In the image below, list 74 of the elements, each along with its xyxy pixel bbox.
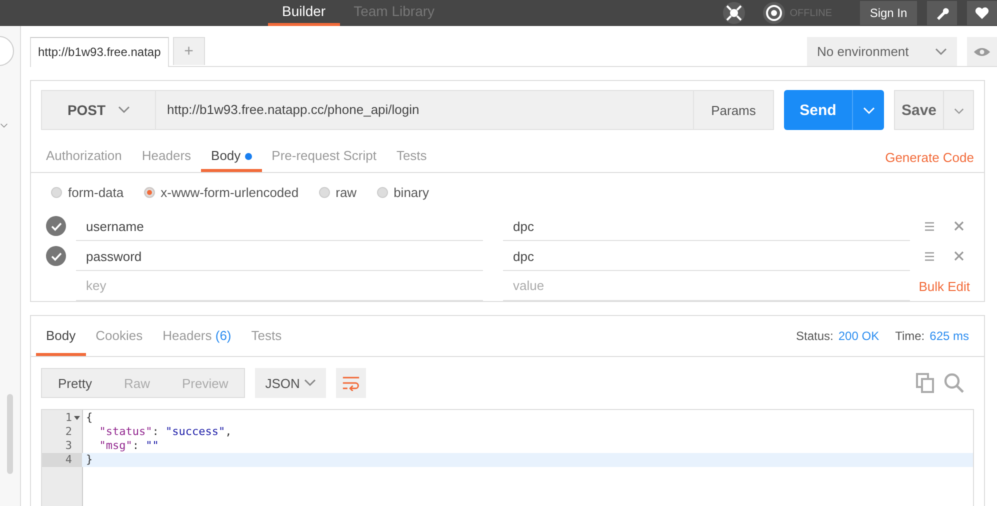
checkbox[interactable] [46,216,66,236]
heart-icon [974,5,990,21]
section-tab[interactable]: Tests [386,142,437,172]
section-tab[interactable]: Authorization [36,142,132,172]
sign-in-button[interactable]: Sign In [860,1,917,25]
search-icon[interactable] [944,373,964,393]
scrollbar[interactable] [7,394,13,474]
environment-dropdown[interactable]: No environment [807,37,957,66]
response-tab[interactable]: Headers (6) [152,316,242,356]
status-value: 200 OK [838,329,880,343]
line-number: 2 [65,425,72,439]
line-number: 4 [65,453,72,467]
caret-icon [954,108,964,114]
close-icon[interactable] [954,221,964,231]
radio-button[interactable] [144,186,155,198]
response-tab[interactable]: Body [36,316,86,356]
radio-label: form-data [68,184,124,200]
send-options-button[interactable] [852,90,884,130]
sync-icon[interactable] [762,1,786,25]
section-tab[interactable]: Body [201,142,262,172]
code-line: } [85,453,93,467]
eye-button[interactable] [967,37,997,66]
copy-icon[interactable] [916,373,934,393]
wrap-icon [342,375,360,391]
radio-button[interactable] [376,186,388,198]
view-tab[interactable]: Pretty [42,369,108,397]
response-tab[interactable]: Cookies [86,316,153,356]
radio-label: raw [336,184,357,200]
heart-button[interactable] [967,1,997,25]
section-tab[interactable]: Headers [132,142,202,172]
line-number: 1 [65,411,72,425]
url-field[interactable]: http://b1w93.free.natapp.cc/phone_api/login [156,90,693,130]
send-button[interactable]: Send [784,90,852,130]
eye-icon [973,46,991,58]
top-tab[interactable]: Builder [268,0,340,26]
wrap-lines-button[interactable] [336,368,366,398]
caret-icon [304,379,316,387]
caret-icon [935,48,947,56]
caret-icon[interactable] [0,123,8,128]
radio-label: x-www-form-urlencoded [160,184,299,200]
params-button[interactable]: Params [693,90,774,130]
radio-label: binary [394,184,429,200]
key-field[interactable]: username [76,212,483,240]
method-dropdown[interactable]: POST [41,90,156,130]
generate-code-link[interactable]: Generate Code [885,142,974,172]
value-field[interactable]: dpc [503,242,910,270]
format-dropdown[interactable]: JSON [255,368,326,398]
close-icon[interactable] [954,251,964,261]
drag-handle-icon[interactable] [925,222,934,230]
drag-handle-icon[interactable] [925,252,934,260]
code-line: "msg": "" [98,439,159,453]
settings-button[interactable] [927,1,957,25]
status-label: Status: [796,329,834,343]
time-label: Time: [895,329,925,343]
bulk-edit-link[interactable]: Bulk Edit [918,278,970,294]
response-tab[interactable]: Tests [241,316,292,356]
checkmark-icon [50,222,62,230]
code-line: "status": "success", [98,425,232,439]
caret-icon [862,106,874,114]
time-value: 625 ms [930,329,969,343]
key-field[interactable]: password [76,242,483,270]
request-tab[interactable]: http://b1w93.free.natap [30,37,169,67]
checkmark-icon [50,252,62,260]
radio-button[interactable] [318,186,330,198]
line-number: 3 [65,439,72,453]
save-button[interactable]: Save [894,90,944,130]
section-tab[interactable]: Pre-request Script [262,142,386,172]
value-field[interactable]: dpc [503,212,910,240]
checkbox[interactable] [46,246,66,266]
radio-button[interactable] [51,186,62,198]
code-line: { [85,411,93,425]
caret-icon [118,106,130,114]
fold-caret-icon[interactable] [74,416,80,420]
satellite-icon[interactable] [722,1,746,25]
